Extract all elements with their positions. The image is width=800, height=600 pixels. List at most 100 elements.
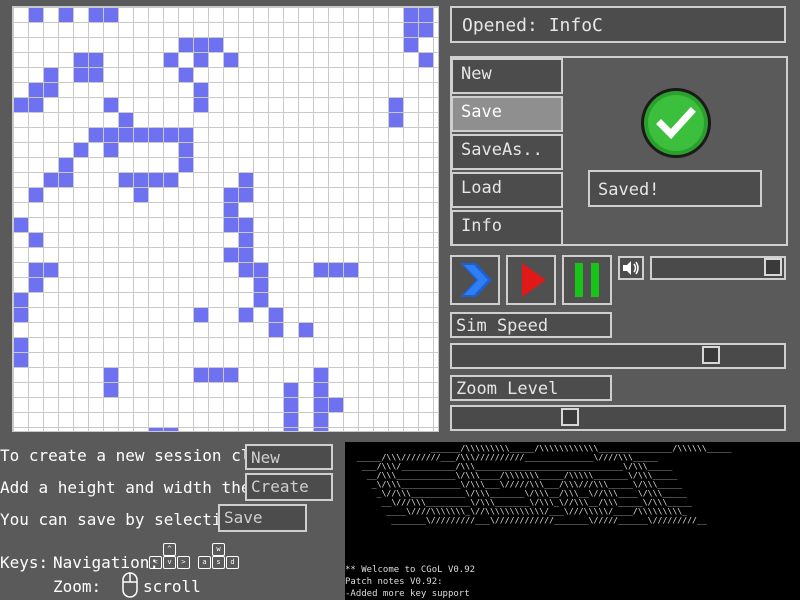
live-cell[interactable] bbox=[194, 83, 208, 97]
live-cell[interactable] bbox=[209, 368, 223, 382]
live-cell[interactable] bbox=[179, 143, 193, 157]
live-cell[interactable] bbox=[89, 8, 103, 22]
live-cell[interactable] bbox=[149, 173, 163, 187]
live-cell[interactable] bbox=[239, 173, 253, 187]
live-cell[interactable] bbox=[89, 53, 103, 67]
live-cell[interactable] bbox=[269, 323, 283, 337]
live-cell[interactable] bbox=[44, 173, 58, 187]
live-cell[interactable] bbox=[314, 413, 328, 427]
sim-speed-slider[interactable] bbox=[450, 343, 786, 369]
live-cell[interactable] bbox=[59, 158, 73, 172]
live-cell[interactable] bbox=[239, 233, 253, 247]
live-cell[interactable] bbox=[314, 383, 328, 397]
save-as-button[interactable]: SaveAs.. bbox=[451, 134, 563, 170]
live-cell[interactable] bbox=[224, 188, 238, 202]
live-cell[interactable] bbox=[194, 53, 208, 67]
live-cell[interactable] bbox=[404, 23, 418, 37]
live-cell[interactable] bbox=[239, 188, 253, 202]
live-cell[interactable] bbox=[29, 8, 43, 22]
live-cell[interactable] bbox=[104, 143, 118, 157]
live-cell[interactable] bbox=[389, 98, 403, 112]
live-cell[interactable] bbox=[74, 143, 88, 157]
live-cell[interactable] bbox=[74, 68, 88, 82]
live-cell[interactable] bbox=[194, 98, 208, 112]
live-cell[interactable] bbox=[179, 128, 193, 142]
live-cell[interactable] bbox=[224, 203, 238, 217]
live-cell[interactable] bbox=[224, 368, 238, 382]
new-button[interactable]: New bbox=[451, 58, 563, 94]
sim-speed-slider-knob[interactable] bbox=[702, 346, 720, 364]
live-cell[interactable] bbox=[224, 248, 238, 262]
live-cell[interactable] bbox=[59, 8, 73, 22]
live-cell[interactable] bbox=[104, 8, 118, 22]
live-cell[interactable] bbox=[14, 353, 28, 367]
life-grid[interactable] bbox=[12, 6, 439, 432]
save-button[interactable]: Save bbox=[451, 96, 563, 132]
live-cell[interactable] bbox=[119, 173, 133, 187]
live-cell[interactable] bbox=[29, 83, 43, 97]
live-cell[interactable] bbox=[89, 68, 103, 82]
live-cell[interactable] bbox=[14, 218, 28, 232]
live-cell[interactable] bbox=[314, 398, 328, 412]
live-cell[interactable] bbox=[284, 383, 298, 397]
live-cell[interactable] bbox=[164, 53, 178, 67]
live-cell[interactable] bbox=[224, 218, 238, 232]
live-cell[interactable] bbox=[134, 188, 148, 202]
volume-slider-knob[interactable] bbox=[764, 258, 782, 276]
live-cell[interactable] bbox=[44, 68, 58, 82]
live-cell[interactable] bbox=[29, 233, 43, 247]
live-cell[interactable] bbox=[329, 263, 343, 277]
zoom-level-slider[interactable] bbox=[450, 405, 786, 431]
live-cell[interactable] bbox=[194, 308, 208, 322]
live-cell[interactable] bbox=[254, 293, 268, 307]
live-cell[interactable] bbox=[404, 38, 418, 52]
live-cell[interactable] bbox=[14, 98, 28, 112]
live-cell[interactable] bbox=[59, 173, 73, 187]
live-cell[interactable] bbox=[14, 308, 28, 322]
live-cell[interactable] bbox=[164, 428, 178, 431]
live-cell[interactable] bbox=[329, 398, 343, 412]
live-cell[interactable] bbox=[194, 38, 208, 52]
live-cell[interactable] bbox=[239, 218, 253, 232]
live-cell[interactable] bbox=[104, 383, 118, 397]
live-cell[interactable] bbox=[104, 98, 118, 112]
live-cell[interactable] bbox=[389, 113, 403, 127]
live-cell[interactable] bbox=[119, 128, 133, 142]
live-cell[interactable] bbox=[314, 368, 328, 382]
live-cell[interactable] bbox=[419, 23, 433, 37]
live-cell[interactable] bbox=[254, 278, 268, 292]
live-cell[interactable] bbox=[254, 263, 268, 277]
live-cell[interactable] bbox=[179, 38, 193, 52]
live-cell[interactable] bbox=[104, 368, 118, 382]
live-cell[interactable] bbox=[314, 428, 328, 431]
grid-cells[interactable] bbox=[13, 7, 438, 431]
live-cell[interactable] bbox=[29, 263, 43, 277]
live-cell[interactable] bbox=[14, 338, 28, 352]
live-cell[interactable] bbox=[164, 128, 178, 142]
live-cell[interactable] bbox=[269, 308, 283, 322]
live-cell[interactable] bbox=[134, 128, 148, 142]
live-cell[interactable] bbox=[284, 413, 298, 427]
live-cell[interactable] bbox=[284, 398, 298, 412]
live-cell[interactable] bbox=[74, 53, 88, 67]
live-cell[interactable] bbox=[29, 188, 43, 202]
load-button[interactable]: Load bbox=[451, 172, 563, 208]
mute-button[interactable] bbox=[618, 256, 644, 280]
play-button[interactable] bbox=[506, 255, 556, 305]
live-cell[interactable] bbox=[164, 173, 178, 187]
live-cell[interactable] bbox=[239, 263, 253, 277]
live-cell[interactable] bbox=[179, 68, 193, 82]
zoom-level-slider-knob[interactable] bbox=[561, 408, 579, 426]
live-cell[interactable] bbox=[344, 263, 358, 277]
live-cell[interactable] bbox=[404, 8, 418, 22]
live-cell[interactable] bbox=[239, 248, 253, 262]
live-cell[interactable] bbox=[209, 38, 223, 52]
live-cell[interactable] bbox=[419, 8, 433, 22]
live-cell[interactable] bbox=[419, 53, 433, 67]
live-cell[interactable] bbox=[89, 128, 103, 142]
live-cell[interactable] bbox=[29, 278, 43, 292]
live-cell[interactable] bbox=[224, 53, 238, 67]
live-cell[interactable] bbox=[239, 308, 253, 322]
live-cell[interactable] bbox=[149, 428, 163, 431]
live-cell[interactable] bbox=[284, 428, 298, 431]
